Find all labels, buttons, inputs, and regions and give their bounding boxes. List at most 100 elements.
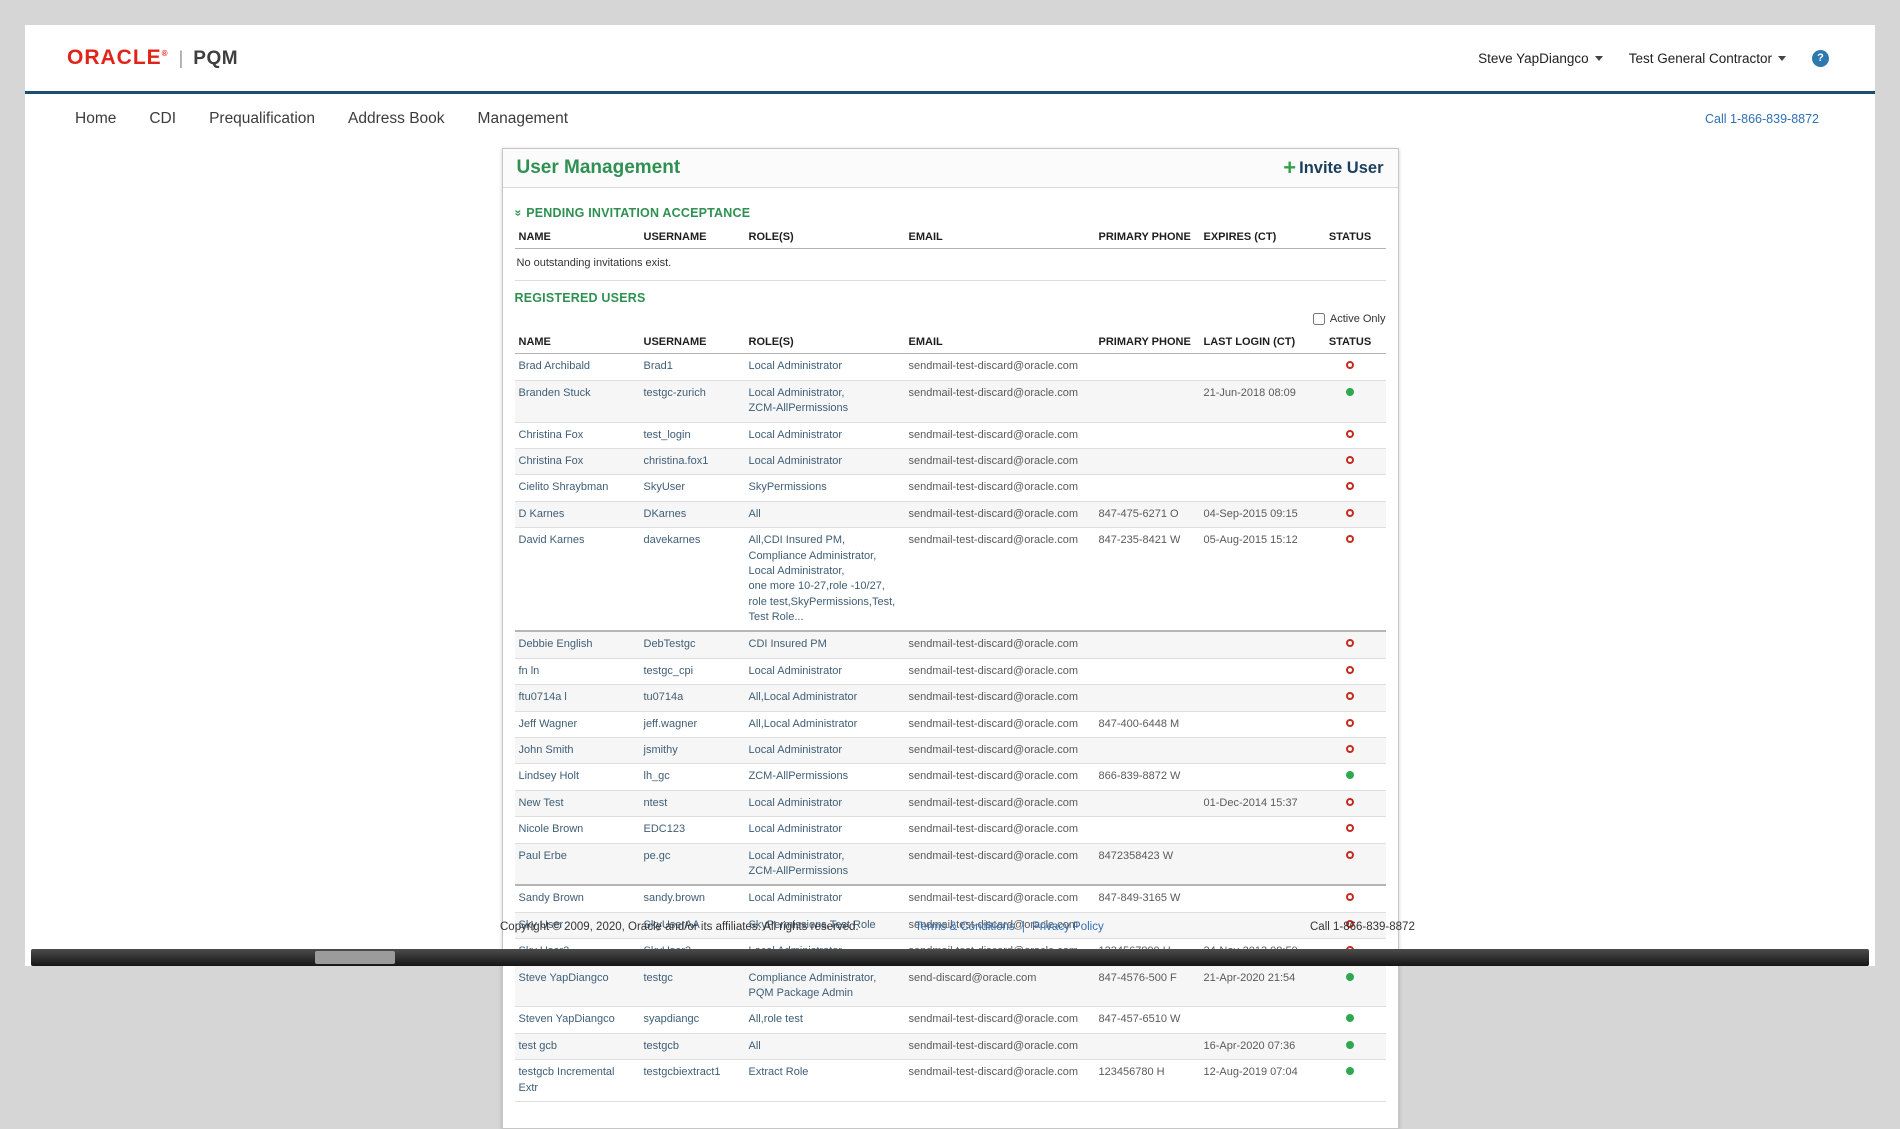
user-email: sendmail-test-discard@oracle.com bbox=[905, 380, 1095, 422]
user-name[interactable]: Sandy Brown bbox=[515, 885, 640, 912]
user-primary-phone: 8472358423 W bbox=[1095, 843, 1200, 885]
user-name[interactable]: Steve YapDiangco bbox=[515, 965, 640, 1007]
table-row: Sandy Brown sandy.brown Local Administra… bbox=[515, 885, 1386, 912]
user-menu[interactable]: Steve YapDiangco bbox=[1478, 51, 1603, 66]
user-name[interactable]: D Karnes bbox=[515, 501, 640, 527]
status-icon bbox=[1346, 666, 1354, 674]
user-name[interactable]: Brad Archibald bbox=[515, 354, 640, 380]
user-status-cell bbox=[1315, 764, 1386, 790]
user-roles: Compliance Administrator, PQM Package Ad… bbox=[745, 965, 905, 1007]
user-username: ntest bbox=[640, 790, 745, 816]
active-only-label: Active Only bbox=[1330, 313, 1386, 325]
active-only-checkbox[interactable] bbox=[1313, 313, 1325, 325]
footer-links: Terms & Conditions | Privacy Policy bbox=[915, 921, 1104, 933]
registered-mark-icon: ® bbox=[162, 49, 169, 58]
table-row: D Karnes DKarnes All sendmail-test-disca… bbox=[515, 501, 1386, 527]
oracle-logo: ORACLE® bbox=[67, 46, 169, 70]
column-header-expires: EXPIRES (CT) bbox=[1200, 226, 1315, 249]
main-nav: Home CDI Prequalification Address Book M… bbox=[25, 94, 1875, 144]
user-primary-phone bbox=[1095, 738, 1200, 764]
user-primary-phone: 847-400-6448 M bbox=[1095, 711, 1200, 737]
registered-header-row: NAME USERNAME ROLE(S) EMAIL PRIMARY PHON… bbox=[515, 331, 1386, 354]
user-name[interactable]: Steven YapDiangco bbox=[515, 1007, 640, 1033]
user-last-login: 05-Aug-2015 15:12 bbox=[1200, 528, 1315, 632]
user-primary-phone: 866-839-8872 W bbox=[1095, 764, 1200, 790]
user-name[interactable]: testgcb Incremental Extr bbox=[515, 1060, 640, 1102]
user-name[interactable]: Christina Fox bbox=[515, 448, 640, 474]
user-last-login bbox=[1200, 764, 1315, 790]
privacy-link[interactable]: Privacy Policy bbox=[1032, 921, 1104, 933]
user-primary-phone bbox=[1095, 422, 1200, 448]
user-last-login bbox=[1200, 422, 1315, 448]
user-email: sendmail-test-discard@oracle.com bbox=[905, 501, 1095, 527]
column-header-primary-phone: PRIMARY PHONE bbox=[1095, 226, 1200, 249]
table-row: Paul Erbe pe.gc Local Administrator, ZCM… bbox=[515, 843, 1386, 885]
user-roles: All,role test bbox=[745, 1007, 905, 1033]
user-roles: All,Local Administrator bbox=[745, 685, 905, 711]
user-name[interactable]: New Test bbox=[515, 790, 640, 816]
column-header-name: NAME bbox=[515, 331, 640, 354]
user-username: tu0714a bbox=[640, 685, 745, 711]
user-status-cell bbox=[1315, 658, 1386, 684]
user-name[interactable]: Nicole Brown bbox=[515, 817, 640, 843]
footer-call-text: Call 1-866-839-8872 bbox=[1310, 921, 1415, 933]
user-username: DKarnes bbox=[640, 501, 745, 527]
user-name[interactable]: Debbie English bbox=[515, 631, 640, 658]
user-status-cell bbox=[1315, 380, 1386, 422]
page-footer: Copyright © 2009, 2020, Oracle and/or it… bbox=[25, 921, 1875, 936]
user-primary-phone: 123456780 H bbox=[1095, 1060, 1200, 1102]
user-primary-phone bbox=[1095, 658, 1200, 684]
user-username: EDC123 bbox=[640, 817, 745, 843]
user-primary-phone: 847-4576-500 F bbox=[1095, 965, 1200, 1007]
user-name[interactable]: Paul Erbe bbox=[515, 843, 640, 885]
user-status-cell bbox=[1315, 817, 1386, 843]
user-status-cell bbox=[1315, 448, 1386, 474]
table-row: Debbie English DebTestgc CDI Insured PM … bbox=[515, 631, 1386, 658]
pending-invitations-table: NAME USERNAME ROLE(S) EMAIL PRIMARY PHON… bbox=[515, 226, 1386, 281]
pending-section-toggle[interactable]: » PENDING INVITATION ACCEPTANCE bbox=[515, 206, 1386, 220]
user-name[interactable]: David Karnes bbox=[515, 528, 640, 632]
table-row: John Smith jsmithy Local Administrator s… bbox=[515, 738, 1386, 764]
nav-item-prequalification[interactable]: Prequalification bbox=[209, 110, 315, 128]
nav-item-address-book[interactable]: Address Book bbox=[348, 110, 445, 128]
user-primary-phone bbox=[1095, 685, 1200, 711]
invite-user-label: Invite User bbox=[1299, 159, 1383, 178]
invite-user-button[interactable]: + Invite User bbox=[1283, 157, 1383, 179]
user-primary-phone bbox=[1095, 1033, 1200, 1059]
status-icon bbox=[1346, 1014, 1354, 1022]
user-name[interactable]: Cielito Shraybman bbox=[515, 475, 640, 501]
help-icon[interactable]: ? bbox=[1812, 50, 1829, 67]
bottom-scrollbar[interactable] bbox=[31, 949, 1869, 966]
nav-item-home[interactable]: Home bbox=[75, 110, 116, 128]
caret-down-icon bbox=[1778, 56, 1786, 61]
user-username: davekarnes bbox=[640, 528, 745, 632]
user-name[interactable]: Branden Stuck bbox=[515, 380, 640, 422]
user-last-login bbox=[1200, 475, 1315, 501]
org-menu[interactable]: Test General Contractor bbox=[1629, 51, 1786, 66]
terms-link[interactable]: Terms & Conditions bbox=[915, 921, 1015, 933]
user-name[interactable]: John Smith bbox=[515, 738, 640, 764]
user-name[interactable]: Lindsey Holt bbox=[515, 764, 640, 790]
user-roles: All,CDI Insured PM, Compliance Administr… bbox=[745, 528, 905, 632]
pending-empty-row: No outstanding invitations exist. bbox=[515, 249, 1386, 281]
user-roles: Local Administrator bbox=[745, 738, 905, 764]
user-status-cell bbox=[1315, 738, 1386, 764]
panel-header: User Management + Invite User bbox=[503, 149, 1398, 188]
user-name[interactable]: Christina Fox bbox=[515, 422, 640, 448]
scrollbar-thumb[interactable] bbox=[315, 951, 395, 964]
user-name[interactable]: Jeff Wagner bbox=[515, 711, 640, 737]
user-username: Brad1 bbox=[640, 354, 745, 380]
user-username: jeff.wagner bbox=[640, 711, 745, 737]
status-icon bbox=[1346, 893, 1354, 901]
nav-item-management[interactable]: Management bbox=[478, 110, 568, 128]
user-name[interactable]: fn ln bbox=[515, 658, 640, 684]
user-primary-phone bbox=[1095, 631, 1200, 658]
user-username: testgcb bbox=[640, 1033, 745, 1059]
nav-item-cdi[interactable]: CDI bbox=[149, 110, 176, 128]
call-phone-link[interactable]: Call 1-866-839-8872 bbox=[1705, 112, 1819, 126]
table-row: Steve YapDiangco testgc Compliance Admin… bbox=[515, 965, 1386, 1007]
table-row: Christina Fox christina.fox1 Local Admin… bbox=[515, 448, 1386, 474]
user-name[interactable]: test gcb bbox=[515, 1033, 640, 1059]
user-name[interactable]: ftu0714a l bbox=[515, 685, 640, 711]
user-last-login bbox=[1200, 711, 1315, 737]
